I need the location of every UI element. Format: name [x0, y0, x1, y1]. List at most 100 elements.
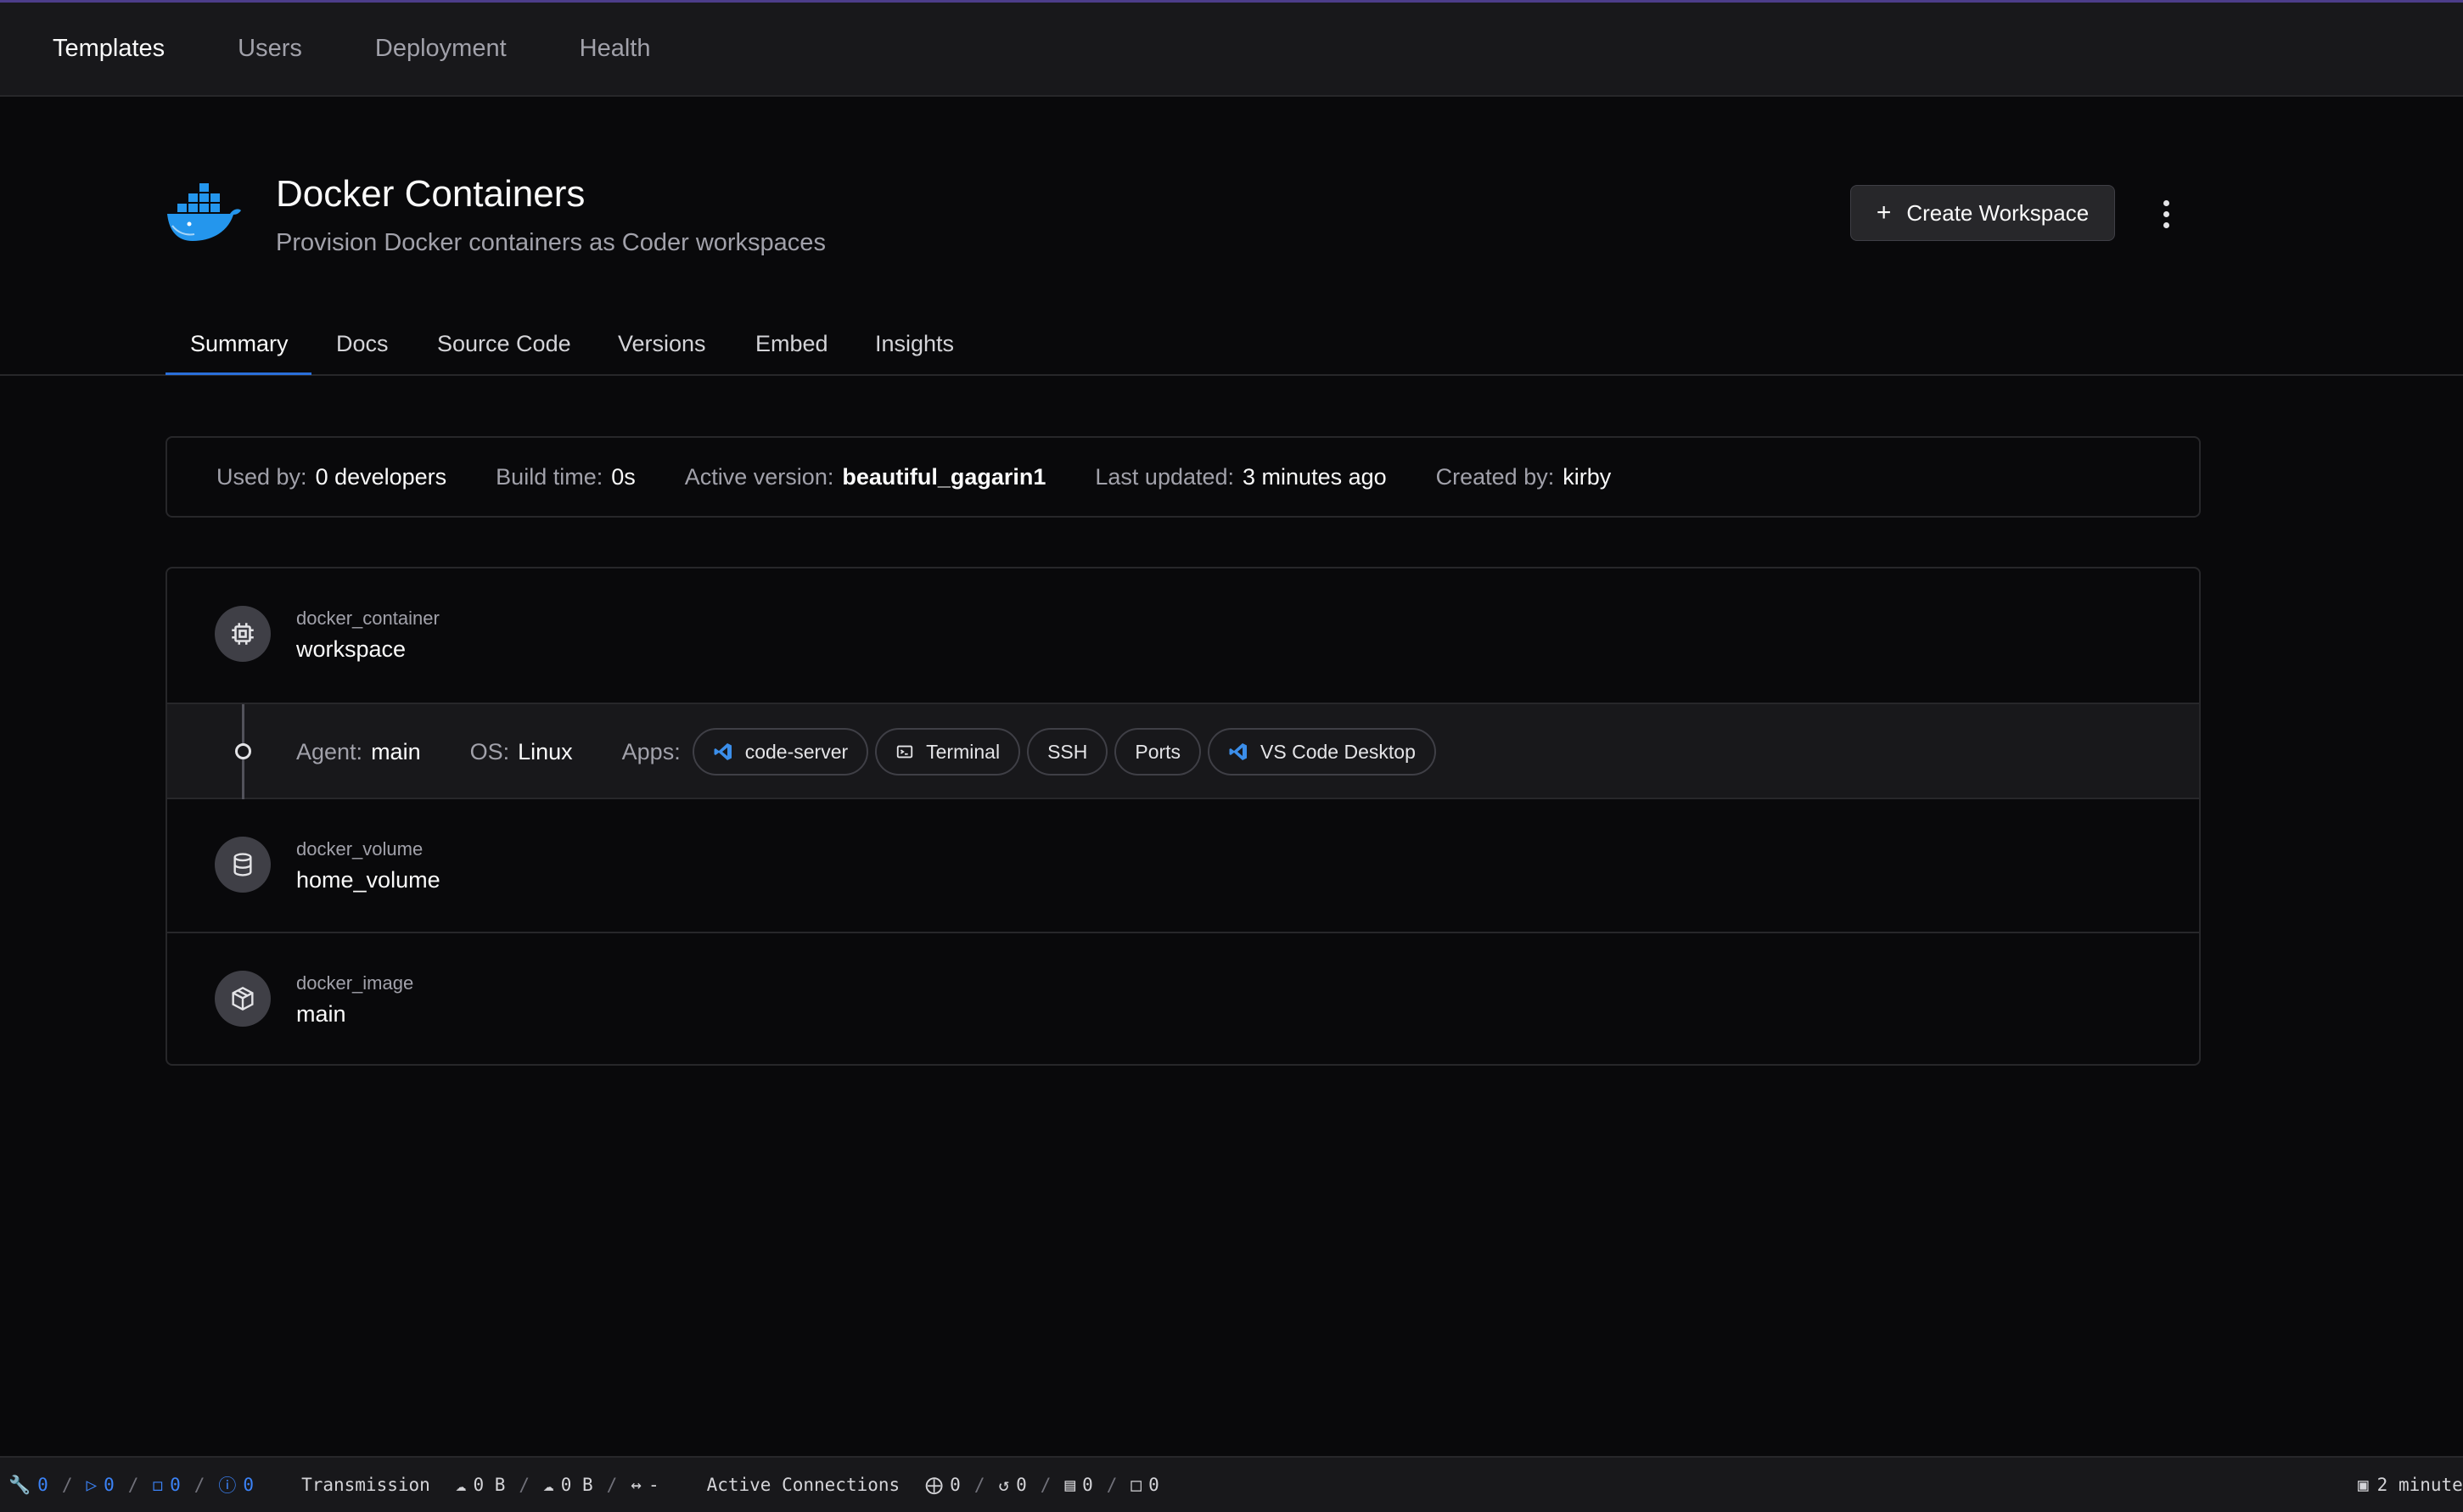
tab-docs[interactable]: Docs — [336, 331, 389, 357]
app-label: SSH — [1047, 740, 1088, 763]
resource-name: main — [296, 1001, 346, 1027]
docker-whale-icon — [167, 183, 241, 241]
create-workspace-button[interactable]: + Create Workspace — [1850, 185, 2115, 241]
app-ssh-button[interactable]: SSH — [1027, 728, 1108, 776]
download-value: 0 B — [560, 1475, 593, 1495]
connections-label: Active Connections — [706, 1475, 900, 1495]
nav-health[interactable]: Health — [580, 35, 651, 63]
count-value: 0 — [37, 1475, 48, 1495]
vscode-icon — [1229, 743, 1248, 760]
template-header: Docker Containers Provision Docker conta… — [166, 170, 2202, 280]
os-value: Linux — [518, 738, 573, 764]
connection-counts: ⨁ 0 / ↺ 0 / ▤ 0 / □ 0 — [925, 1475, 1159, 1495]
tab-embed[interactable]: Embed — [755, 331, 828, 357]
stat-last-updated: Last updated: 3 minutes ago — [1095, 464, 1386, 490]
separator: / — [519, 1475, 530, 1495]
upload-value: 0 B — [473, 1475, 506, 1495]
agent-row: Agent: main OS: Linux Apps: code-server … — [167, 703, 2199, 799]
health-counts: 🔧 0 / ▷ 0 / ◻ 0 / ⓘ 0 — [8, 1472, 254, 1498]
tab-versions[interactable]: Versions — [618, 331, 706, 357]
separator: / — [1040, 1475, 1052, 1495]
resource-type: docker_image — [296, 972, 414, 994]
nav-users[interactable]: Users — [238, 35, 302, 63]
resource-type: docker_volume — [296, 838, 424, 860]
nav-templates[interactable]: Templates — [53, 35, 165, 63]
stat-label: Build time: — [496, 463, 603, 490]
template-stats: Used by: 0 developers Build time: 0s Activ… — [166, 436, 2201, 518]
app-code-server-button[interactable]: code-server — [692, 728, 869, 776]
vscode-icon: ⨁ — [925, 1475, 944, 1495]
stat-value: 0 developers — [315, 463, 447, 490]
nav-deployment[interactable]: Deployment — [375, 35, 507, 63]
count-value: 0 — [104, 1475, 115, 1495]
stat-label: Last updated: — [1095, 463, 1235, 490]
resource-name: home_volume — [296, 867, 440, 893]
count-value: 0 — [1082, 1475, 1093, 1495]
database-icon — [215, 837, 271, 893]
apps-list: code-server Terminal SSH Ports VS Code D… — [692, 728, 1436, 776]
package-icon — [215, 971, 271, 1027]
active-version-link[interactable]: beautiful_gagarin1 — [842, 464, 1046, 490]
resource-row: docker_container workspace — [167, 568, 2199, 703]
app-label: Terminal — [926, 740, 1001, 763]
app-vscode-desktop-button[interactable]: VS Code Desktop — [1208, 728, 1436, 776]
template-tabs: Summary Docs Source Code Versions Embed … — [0, 322, 2463, 376]
stat-value: 0s — [611, 463, 636, 490]
stop-icon: ◻ — [152, 1475, 164, 1495]
stat-value: kirby — [1563, 463, 1612, 490]
separator: / — [606, 1475, 618, 1495]
app-terminal-button[interactable]: Terminal — [875, 728, 1021, 776]
tab-source-code[interactable]: Source Code — [437, 331, 571, 357]
stat-label: Created by: — [1435, 463, 1555, 490]
resources-list: docker_container workspace Agent: main O… — [166, 567, 2201, 1066]
stat-value: 3 minutes ago — [1243, 463, 1387, 490]
count-value: 0 — [243, 1475, 255, 1495]
info-icon: ⓘ — [218, 1476, 237, 1496]
create-workspace-label: Create Workspace — [1906, 199, 2090, 226]
separator: / — [61, 1475, 73, 1495]
stat-used-by: Used by: 0 developers — [216, 464, 446, 490]
separator: / — [1106, 1475, 1118, 1495]
count-value: 0 — [170, 1475, 181, 1495]
latency-icon: ↔ — [631, 1475, 642, 1495]
reconnect-icon: ↺ — [998, 1475, 1010, 1495]
top-navigation: Templates Users Deployment Health — [0, 3, 2463, 97]
clock-icon: ▣ — [2358, 1475, 2369, 1495]
stat-created-by: Created by: kirby — [1436, 464, 1612, 490]
separator: / — [973, 1475, 985, 1495]
play-icon: ▷ — [86, 1475, 98, 1495]
status-right: ▣ 2 minute — [2358, 1458, 2463, 1512]
status-bar: 🔧 0 / ▷ 0 / ◻ 0 / ⓘ 0 Transmission ☁ 0 B… — [0, 1456, 2463, 1512]
separator: / — [127, 1475, 139, 1495]
vscode-icon — [714, 743, 732, 760]
tab-summary[interactable]: Summary — [190, 331, 289, 357]
more-dot — [2163, 221, 2169, 228]
window-icon: □ — [1131, 1475, 1142, 1495]
more-dot — [2163, 210, 2169, 217]
agent-info: Agent: main OS: Linux Apps: code-server … — [296, 704, 1436, 799]
more-vertical-icon — [2163, 199, 2169, 206]
agent-value: main — [371, 738, 421, 764]
tab-insights[interactable]: Insights — [875, 331, 954, 357]
upload-cloud-icon: ☁ — [455, 1475, 467, 1495]
active-tab-indicator — [166, 372, 311, 375]
apps-label: Apps: — [621, 738, 681, 764]
transmission-stats: ☁ 0 B / ☁ 0 B / ↔ - — [456, 1475, 659, 1495]
app-ports-button[interactable]: Ports — [1114, 728, 1202, 776]
resource-type: docker_container — [296, 608, 440, 629]
agent-status-dot — [235, 743, 251, 759]
page-title: Docker Containers — [276, 173, 586, 215]
download-cloud-icon: ☁ — [543, 1475, 554, 1495]
stat-active-version: Active version: beautiful_gagarin1 — [685, 464, 1046, 490]
plus-icon: + — [1876, 199, 1892, 227]
count-value: 0 — [1148, 1475, 1159, 1495]
stat-label: Active version: — [684, 463, 834, 490]
app-label: code-server — [744, 740, 849, 763]
app-label: VS Code Desktop — [1260, 740, 1416, 763]
agent-label: Agent: — [296, 738, 363, 764]
more-options-button[interactable] — [2153, 190, 2179, 238]
stat-label: Used by: — [216, 463, 307, 490]
terminal-icon — [896, 745, 913, 759]
stat-build-time: Build time: 0s — [496, 464, 636, 490]
resource-row: docker_volume home_volume — [167, 799, 2199, 933]
